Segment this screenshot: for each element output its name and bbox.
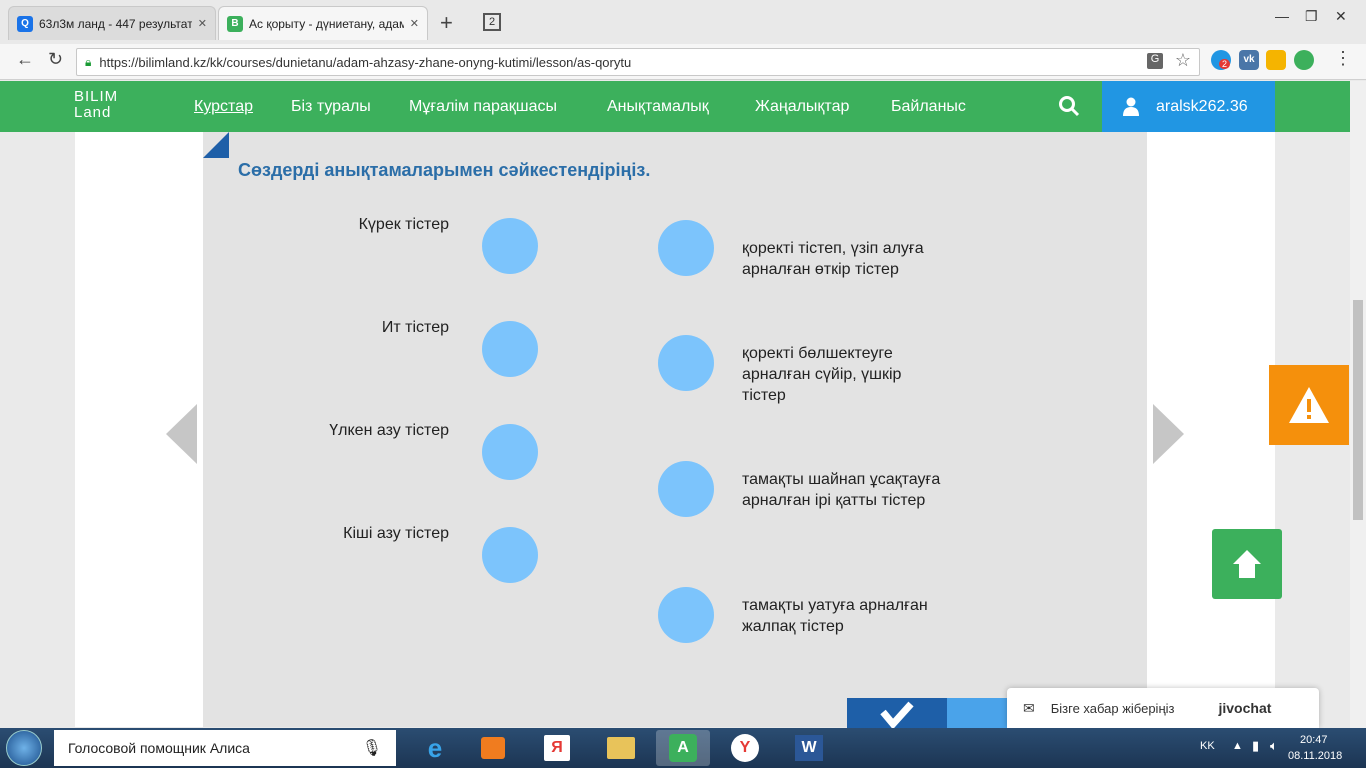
bookmark-star-icon[interactable]: ☆ [1175, 50, 1191, 71]
term-label: Үлкен азу тістер [329, 422, 449, 439]
term-connector-dot[interactable] [482, 527, 538, 583]
definition-connector-dot[interactable] [658, 335, 714, 391]
minimize-icon[interactable]: — [1275, 8, 1289, 24]
nav-teacher-page[interactable]: Мұғалім парақшасы [409, 98, 557, 116]
term-connector-dot[interactable] [482, 424, 538, 480]
volume-icon[interactable]: 🔈︎ [1270, 738, 1278, 754]
nav-courses[interactable]: Курстар [194, 98, 253, 116]
browser-tab-active[interactable]: B Ас қорыту - дүниетану, адам ✕ [218, 6, 428, 40]
term-connector-dot[interactable] [482, 321, 538, 377]
scroll-to-top-button[interactable] [1212, 529, 1282, 599]
bilimland-icon: B [227, 15, 243, 32]
arrow-up-icon [1233, 550, 1261, 578]
term-label: Кіші азу тістер [343, 525, 449, 542]
browser-menu-icon[interactable]: ⋮ [1334, 48, 1352, 69]
panel-corner-decoration [203, 132, 229, 158]
yandex-browser-icon[interactable]: Я [530, 730, 584, 766]
tab-counter-icon[interactable]: 2 [483, 13, 501, 31]
check-answer-button[interactable] [847, 698, 947, 730]
nav-about[interactable]: Біз туралы [291, 98, 371, 116]
media-player-icon[interactable] [466, 730, 520, 766]
file-explorer-icon[interactable] [594, 730, 648, 766]
word-icon[interactable]: W [782, 730, 836, 766]
windows-taskbar: Голосовой помощник Алиса 🎙︎ e Я A Y W KK… [0, 728, 1366, 768]
definition-connector-dot[interactable] [658, 220, 714, 276]
definition-label: тамақты уатуға арналған жалпақ тістер [742, 597, 928, 635]
next-slide-arrow[interactable] [1153, 404, 1184, 464]
check-icon [880, 701, 914, 730]
vk-icon[interactable]: vk [1239, 50, 1259, 70]
notes-extension-icon[interactable] [1294, 50, 1314, 70]
alice-search-box[interactable]: Голосовой помощник Алиса 🎙︎ [54, 730, 396, 766]
term-connector-dot[interactable] [482, 218, 538, 274]
envelope-icon: ✉ [1023, 699, 1035, 716]
user-account[interactable]: aralsk262.36 [1102, 81, 1275, 132]
lock-icon: 🔒︎ [85, 54, 92, 69]
clock-date[interactable]: 08.11.2018 [1288, 750, 1342, 762]
definition-connector-dot[interactable] [658, 461, 714, 517]
microphone-off-icon[interactable]: 🎙︎ [362, 738, 382, 758]
tray-expand-icon[interactable]: ▲ [1232, 740, 1243, 752]
nav-news[interactable]: Жаңалықтар [755, 98, 849, 116]
definition-label: қоректі тістеп, үзіп алуға арналған өткі… [742, 240, 924, 278]
search-icon: Q [17, 15, 33, 32]
warning-icon [1289, 387, 1329, 423]
start-button-icon[interactable] [6, 730, 42, 766]
definition-connector-dot[interactable] [658, 587, 714, 643]
site-navbar: BILIM Land Курстар Біз туралы Мұғалім па… [0, 81, 1350, 132]
browser-tab-bar: Q 63л3м ланд - 447 результатов. ✕ B Ас қ… [0, 0, 1366, 44]
term-label: Күрек тістер [358, 216, 449, 233]
extension-mail-icon[interactable]: 2 [1211, 50, 1231, 70]
yandex-icon[interactable]: Y [718, 730, 772, 766]
translate-icon[interactable]: G [1147, 53, 1163, 69]
search-icon[interactable] [1058, 95, 1080, 122]
report-error-button[interactable] [1269, 365, 1349, 445]
chat-widget[interactable]: ✉ Бізге хабар жіберіңіз jivochat [1007, 688, 1319, 728]
bilimland-logo[interactable]: BILIM Land [74, 89, 118, 121]
chat-extension-icon[interactable] [1266, 50, 1286, 70]
close-tab-icon[interactable]: ✕ [198, 17, 207, 30]
clock-time[interactable]: 20:47 [1300, 734, 1328, 746]
new-tab-button[interactable]: + [440, 10, 453, 36]
exercise-title: Сөздерді анықтамаларымен сәйкестендіріңі… [238, 160, 651, 180]
definition-label: қоректі бөлшектеуге арналған сүйір, үшкі… [742, 345, 902, 404]
term-label: Ит тістер [381, 319, 449, 336]
user-icon [1123, 97, 1139, 116]
nav-contact[interactable]: Байланыс [891, 98, 966, 116]
previous-slide-arrow[interactable] [166, 404, 197, 464]
back-icon[interactable]: ← [16, 49, 34, 70]
nav-reference[interactable]: Анықтамалық [607, 98, 709, 116]
close-window-icon[interactable]: ✕ [1335, 8, 1347, 25]
reload-icon[interactable]: ↻ [48, 49, 63, 70]
scrollbar-thumb[interactable] [1353, 300, 1363, 520]
url-field[interactable]: 🔒︎ https://bilimland.kz/kk/courses/dunie… [76, 48, 1200, 76]
definition-label: тамақты шайнап ұсақтауға арналған ірі қа… [742, 471, 941, 509]
restore-icon[interactable]: ❐ [1305, 8, 1318, 25]
network-icon[interactable]: ▮ [1252, 738, 1259, 754]
address-bar-row: ← ↻ 🔒︎ https://bilimland.kz/kk/courses/d… [0, 44, 1366, 80]
browser-tab[interactable]: Q 63л3м ланд - 447 результатов. ✕ [8, 6, 216, 40]
alice-app-icon[interactable]: A [656, 730, 710, 766]
ie-icon[interactable]: e [408, 730, 462, 766]
language-indicator[interactable]: KK [1200, 740, 1215, 752]
close-tab-icon[interactable]: ✕ [410, 17, 419, 30]
